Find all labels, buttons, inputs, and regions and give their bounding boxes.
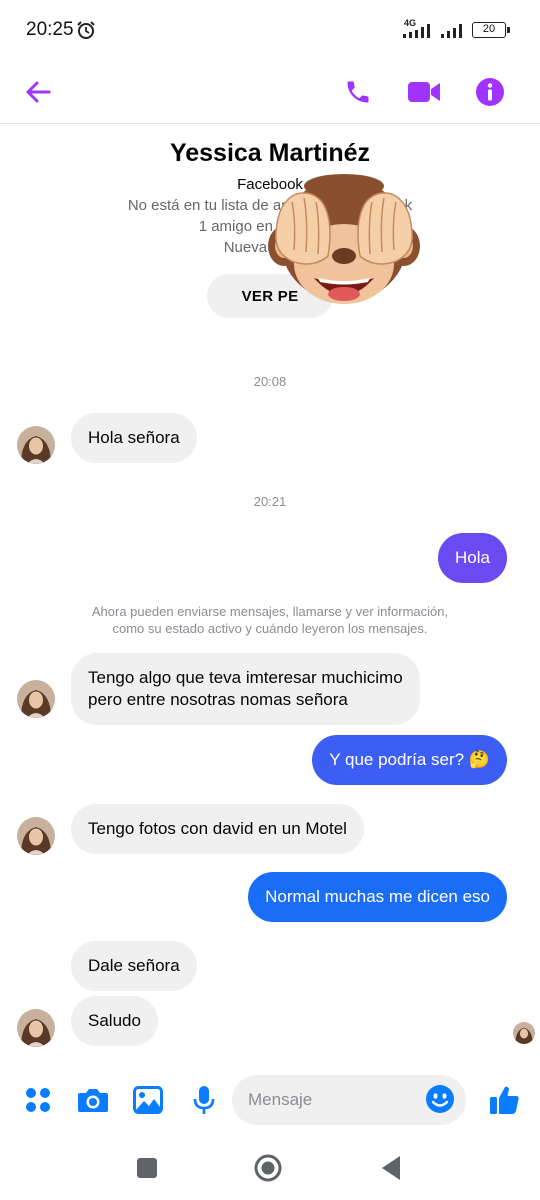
recents-square-icon[interactable] bbox=[136, 1157, 158, 1179]
video-camera-icon bbox=[408, 82, 440, 102]
back-arrow-icon bbox=[26, 81, 51, 103]
message-text: Y que podría ser? 🤔 bbox=[329, 750, 490, 769]
contact-avatar[interactable] bbox=[17, 426, 55, 464]
phone-icon bbox=[347, 81, 369, 103]
chat-header bbox=[0, 60, 540, 124]
avatar-photo-icon bbox=[17, 426, 55, 464]
message-incoming[interactable]: Saludo bbox=[71, 996, 158, 1046]
thumbs-up-icon bbox=[490, 1086, 519, 1114]
home-circle-icon[interactable] bbox=[254, 1154, 282, 1182]
avatar-photo-icon bbox=[17, 817, 55, 855]
seen-indicator-avatar bbox=[513, 1022, 535, 1044]
status-bar: 20:25 4G 20 bbox=[0, 0, 540, 60]
message-text: Normal muchas me dicen eso bbox=[265, 887, 490, 906]
microphone-icon bbox=[193, 1086, 215, 1114]
message-outgoing[interactable]: Y que podría ser? 🤔 bbox=[312, 735, 507, 785]
avatar-photo-icon bbox=[17, 1009, 55, 1047]
info-button[interactable] bbox=[466, 68, 514, 116]
notice-line: Ahora pueden enviarse mensajes, llamarse… bbox=[91, 604, 449, 619]
contact-avatar[interactable] bbox=[17, 817, 55, 855]
status-time: 20:25 bbox=[26, 19, 74, 40]
emoji-button[interactable] bbox=[425, 1084, 455, 1119]
back-triangle-icon[interactable] bbox=[380, 1155, 402, 1181]
gallery-button[interactable] bbox=[128, 1080, 168, 1120]
message-text: Tengo algo que teva imteresar muchicimo bbox=[88, 668, 403, 687]
camera-button[interactable] bbox=[73, 1080, 113, 1120]
contact-avatar[interactable] bbox=[17, 1009, 55, 1047]
back-button[interactable] bbox=[14, 68, 62, 116]
contact-name: Yessica Martinéz bbox=[169, 139, 371, 167]
like-button[interactable] bbox=[484, 1080, 524, 1120]
message-text: Dale señora bbox=[88, 956, 180, 975]
cell-signal-icon bbox=[403, 24, 430, 38]
timestamp: 20:21 bbox=[253, 494, 287, 509]
alarm-clock-icon bbox=[77, 21, 95, 39]
voice-message-button[interactable] bbox=[184, 1080, 224, 1120]
see-no-evil-monkey-sticker bbox=[268, 174, 420, 304]
voice-call-button[interactable] bbox=[334, 68, 382, 116]
timestamp: 20:08 bbox=[253, 374, 287, 389]
message-outgoing[interactable]: Normal muchas me dicen eso bbox=[248, 872, 507, 922]
message-text: Tengo fotos con david en un Motel bbox=[88, 819, 347, 838]
camera-icon bbox=[78, 1089, 108, 1112]
battery-indicator: 20 bbox=[472, 22, 510, 38]
message-text: Saludo bbox=[88, 1011, 141, 1030]
connection-notice: Ahora pueden enviarse mensajes, llamarse… bbox=[60, 603, 480, 637]
avatar-photo-icon bbox=[17, 680, 55, 718]
system-navigation-bar bbox=[0, 1140, 540, 1200]
message-incoming[interactable]: Tengo algo que teva imteresar muchicimo … bbox=[71, 653, 420, 725]
emoji-icon bbox=[426, 1085, 454, 1113]
message-outgoing[interactable]: Hola bbox=[438, 533, 507, 583]
contact-avatar[interactable] bbox=[17, 680, 55, 718]
cell-signal-icon-2 bbox=[441, 24, 462, 38]
more-actions-button[interactable] bbox=[18, 1080, 58, 1120]
message-incoming[interactable]: Dale señora bbox=[71, 941, 197, 991]
video-call-button[interactable] bbox=[400, 68, 448, 116]
message-text: Hola bbox=[455, 548, 490, 567]
message-text: pero entre nosotras nomas señora bbox=[88, 690, 348, 709]
message-incoming[interactable]: Tengo fotos con david en un Motel bbox=[71, 804, 364, 854]
message-incoming[interactable]: Hola señora bbox=[71, 413, 197, 463]
message-composer bbox=[0, 1072, 540, 1128]
notice-line: como su estado activo y cuándo leyeron l… bbox=[112, 621, 428, 636]
info-icon bbox=[476, 78, 504, 106]
apps-icon bbox=[26, 1088, 50, 1112]
avatar-photo-icon bbox=[513, 1022, 535, 1044]
message-text: Hola señora bbox=[88, 428, 180, 447]
gallery-icon bbox=[133, 1086, 163, 1114]
